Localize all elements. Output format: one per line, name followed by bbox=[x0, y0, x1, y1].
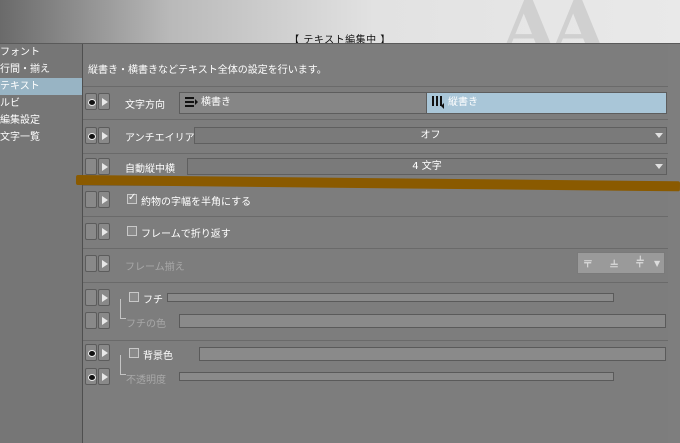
antialias-select[interactable]: オフ bbox=[194, 127, 667, 144]
window-title: 【 テキスト編集中 】 bbox=[289, 35, 391, 44]
scrollbar[interactable] bbox=[668, 44, 680, 443]
border-color-field[interactable] bbox=[179, 314, 666, 328]
background-label: 背景色 bbox=[143, 351, 173, 362]
expand-triangle-icon[interactable] bbox=[98, 368, 110, 385]
expand-triangle-icon[interactable] bbox=[98, 158, 110, 175]
eye-icon[interactable] bbox=[85, 289, 97, 306]
sidebar-item-edit-settings[interactable]: 編集設定 bbox=[0, 112, 82, 129]
halfwidth-checkbox[interactable] bbox=[127, 192, 137, 204]
divider bbox=[83, 153, 671, 154]
eye-icon[interactable] bbox=[85, 255, 97, 272]
border-label: フチ bbox=[143, 295, 163, 306]
tatechuyoko-select[interactable]: 4 文字 bbox=[187, 158, 667, 175]
expand-triangle-icon[interactable] bbox=[98, 127, 110, 144]
direction-label: 文字方向 bbox=[125, 100, 165, 111]
antialias-label: アンチエイリアス bbox=[125, 133, 205, 144]
expand-triangle-icon[interactable] bbox=[98, 191, 110, 208]
chevron-down-icon bbox=[655, 133, 663, 138]
border-color-label: フチの色 bbox=[126, 319, 166, 330]
horizontal-writing-option[interactable]: 横書き bbox=[179, 92, 427, 114]
divider bbox=[83, 86, 671, 87]
divider bbox=[83, 340, 671, 341]
sidebar-item-char-list[interactable]: 文字一覧 bbox=[0, 129, 82, 146]
border-width-slider[interactable] bbox=[167, 293, 614, 302]
vertical-text-icon bbox=[431, 95, 446, 109]
frame-align-label: フレーム揃え bbox=[125, 262, 185, 273]
divider bbox=[83, 248, 671, 249]
divider bbox=[83, 216, 671, 217]
panel-description: 縦書き・横書きなどテキスト全体の設定を行います。 bbox=[88, 65, 327, 76]
expand-triangle-icon[interactable] bbox=[98, 344, 110, 361]
sidebar-item-font[interactable]: フォント bbox=[0, 44, 82, 61]
frame-wrap-row: フレームで折り返す bbox=[83, 219, 671, 249]
divider bbox=[83, 282, 671, 283]
background-checkbox[interactable] bbox=[129, 348, 139, 358]
eye-icon[interactable] bbox=[85, 191, 97, 208]
antialias-value: オフ bbox=[420, 130, 441, 141]
expand-triangle-icon[interactable] bbox=[98, 223, 110, 240]
background-color-field[interactable] bbox=[199, 347, 666, 361]
antialias-row: アンチエイリアス オフ bbox=[83, 121, 671, 151]
expand-triangle-icon[interactable] bbox=[98, 255, 110, 272]
chevron-down-icon[interactable]: ▼ bbox=[654, 259, 660, 268]
settings-panel: 縦書き・横書きなどテキスト全体の設定を行います。 文字方向 横書き 縦書き アン… bbox=[83, 44, 680, 443]
expand-triangle-icon[interactable] bbox=[98, 289, 110, 306]
sidebar-item-line-spacing[interactable]: 行間・揃え bbox=[0, 61, 82, 78]
sidebar-item-ruby[interactable]: ルビ bbox=[0, 95, 82, 112]
opacity-slider[interactable] bbox=[179, 372, 614, 381]
title-bar: AA 【 テキスト編集中 】 bbox=[0, 0, 680, 44]
eye-icon[interactable] bbox=[85, 312, 97, 329]
category-sidebar: フォント 行間・揃え テキスト ルビ 編集設定 文字一覧 bbox=[0, 44, 83, 443]
opacity-label: 不透明度 bbox=[126, 375, 166, 386]
divider bbox=[83, 119, 671, 120]
expand-triangle-icon[interactable] bbox=[98, 93, 110, 110]
sidebar-item-text[interactable]: テキスト bbox=[0, 78, 82, 95]
align-center-icon[interactable]: ⫨ bbox=[610, 255, 618, 271]
eye-icon[interactable] bbox=[85, 158, 97, 175]
halfwidth-label: 約物の字幅を半角にする bbox=[141, 197, 252, 208]
background-row: 背景色 不透明度 bbox=[83, 343, 671, 391]
align-top-icon[interactable]: ⫧ bbox=[584, 255, 592, 271]
align-bottom-icon[interactable]: ⫩ bbox=[636, 255, 644, 271]
halfwidth-row: 約物の字幅を半角にする bbox=[83, 188, 671, 218]
chevron-down-icon bbox=[655, 164, 663, 169]
direction-row: 文字方向 横書き 縦書き bbox=[83, 89, 671, 119]
expand-triangle-icon[interactable] bbox=[98, 312, 110, 329]
frame-wrap-checkbox[interactable] bbox=[127, 226, 137, 236]
border-checkbox[interactable] bbox=[129, 292, 139, 302]
tatechuyoko-value: 4 文字 bbox=[412, 161, 442, 172]
horizontal-writing-label: 横書き bbox=[201, 97, 231, 108]
vertical-writing-option[interactable]: 縦書き bbox=[426, 92, 667, 114]
vertical-writing-label: 縦書き bbox=[448, 97, 478, 108]
eye-icon[interactable] bbox=[85, 93, 97, 110]
frame-align-buttons[interactable]: ⫧ ⫨ ⫩ ▼ bbox=[577, 252, 665, 274]
eye-icon[interactable] bbox=[85, 344, 97, 361]
horizontal-text-icon bbox=[184, 95, 199, 109]
eye-icon[interactable] bbox=[85, 127, 97, 144]
tatechuyoko-label: 自動縦中横 bbox=[125, 164, 175, 175]
eye-icon[interactable] bbox=[85, 223, 97, 240]
frame-wrap-label: フレームで折り返す bbox=[141, 229, 231, 240]
eye-icon[interactable] bbox=[85, 368, 97, 385]
border-row: フチ フチの色 bbox=[83, 287, 671, 335]
